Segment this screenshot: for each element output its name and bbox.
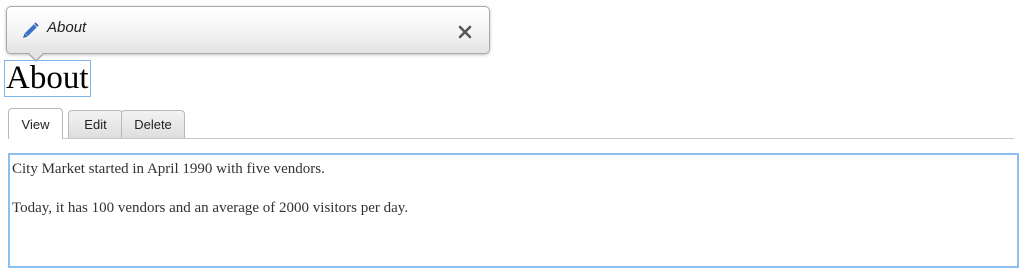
content-paragraph: Today, it has 100 vendors and an average… [12, 200, 409, 216]
tab-delete[interactable]: Delete [121, 110, 185, 138]
tooltip-title: About [47, 19, 87, 36]
tab-edit[interactable]: Edit [68, 110, 123, 138]
content-editor[interactable]: City Market started in April 1990 with f… [8, 153, 1019, 268]
content-paragraph: City Market started in April 1990 with f… [12, 161, 325, 177]
close-icon[interactable] [457, 24, 473, 40]
tabs-bar: View Edit Delete [8, 108, 1014, 139]
tab-view[interactable]: View [8, 108, 63, 139]
edit-tooltip: About [6, 6, 490, 62]
page-title[interactable]: About [4, 60, 91, 97]
pencil-icon [20, 21, 40, 41]
